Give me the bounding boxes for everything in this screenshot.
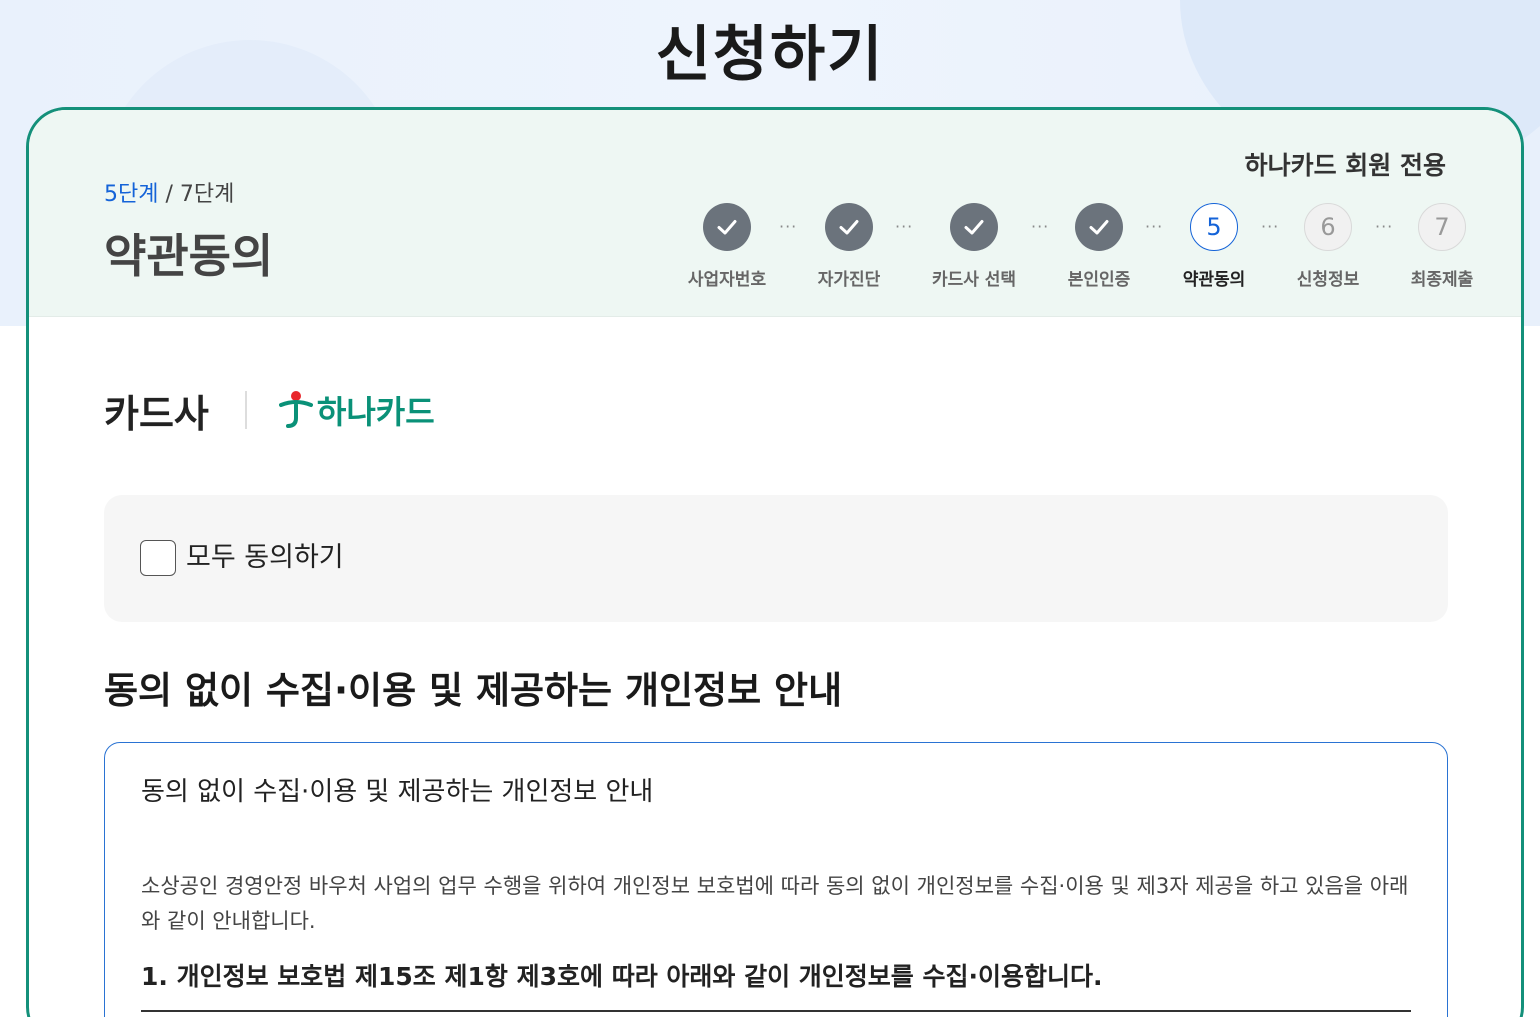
notice-title: 동의 없이 수집·이용 및 제공하는 개인정보 안내 <box>141 777 654 807</box>
divider <box>244 391 247 429</box>
agree-all-checkbox[interactable] <box>140 540 176 576</box>
notice-subheading: 1. 개인정보 보호법 제15조 제1항 제3호에 따라 아래와 같이 개인정보… <box>141 962 1103 991</box>
step-label: 본인인증 <box>1067 270 1131 290</box>
company-row: 카드사 하나카드 <box>104 380 435 440</box>
table-top-rule <box>141 1010 1411 1012</box>
step-label: 약관동의 <box>1182 270 1246 290</box>
step-number: 5 <box>1190 203 1238 251</box>
step-number: 6 <box>1304 203 1352 251</box>
step-label: 자가진단 <box>817 270 881 290</box>
check-icon <box>703 203 751 251</box>
step-label: 사업자번호 <box>687 270 767 290</box>
step-separator: ··· <box>1145 217 1164 236</box>
section-title: 동의 없이 수집·이용 및 제공하는 개인정보 안내 <box>104 669 843 712</box>
application-card: 5단계 / 7단계 약관동의 하나카드 회원 전용 사업자번호 자가진단 카드사 선… <box>26 107 1524 1017</box>
check-icon <box>1075 203 1123 251</box>
step-number: 7 <box>1418 203 1466 251</box>
step-separator: ··· <box>895 217 914 236</box>
hana-logo-icon <box>278 391 313 428</box>
notice-box[interactable]: 동의 없이 수집·이용 및 제공하는 개인정보 안내 소상공인 경영안정 바우처… <box>104 742 1448 1017</box>
step-separator: ··· <box>1261 217 1280 236</box>
member-only-label: 하나카드 회원 전용 <box>1244 151 1446 180</box>
step-title: 약관동의 <box>104 229 274 283</box>
step-6: 6 신청정보 <box>1268 203 1388 290</box>
current-step-text: 5단계 <box>104 182 159 207</box>
step-label: 신청정보 <box>1296 270 1360 290</box>
agree-all-label[interactable]: 모두 동의하기 <box>186 540 344 576</box>
hana-logo-text: 하나카드 <box>316 393 435 431</box>
step-7: 7 최종제출 <box>1382 203 1502 290</box>
total-step-text: / 7단계 <box>158 182 235 207</box>
step-4: 본인인증 <box>1039 203 1159 290</box>
step-separator: ··· <box>1375 217 1394 236</box>
notice-body: 소상공인 경영안정 바우처 사업의 업무 수행을 위하여 개인정보 보호법에 따… <box>141 874 1409 933</box>
check-icon <box>825 203 873 251</box>
step-label: 카드사 선택 <box>931 270 1017 290</box>
step-counter: 5단계 / 7단계 <box>104 176 234 208</box>
step-1: 사업자번호 <box>667 203 787 290</box>
step-label: 최종제출 <box>1410 270 1474 290</box>
agree-all-box: 모두 동의하기 <box>104 495 1448 622</box>
page-title: 신청하기 <box>655 20 885 90</box>
step-2: 자가진단 <box>789 203 909 290</box>
card-header: 5단계 / 7단계 약관동의 하나카드 회원 전용 사업자번호 자가진단 카드사 선… <box>29 110 1521 317</box>
hana-card-logo: 하나카드 <box>278 387 435 433</box>
company-label: 카드사 <box>104 391 209 436</box>
progress-stepper: 사업자번호 자가진단 카드사 선택 본인인증 5 약관동의 6 신청정보 7 최종제출 ··· ···… <box>649 203 1473 303</box>
step-5: 5 약관동의 <box>1154 203 1274 290</box>
step-separator: ··· <box>1031 217 1050 236</box>
step-separator: ··· <box>779 217 798 236</box>
step-3: 카드사 선택 <box>914 203 1034 290</box>
check-icon <box>950 203 998 251</box>
